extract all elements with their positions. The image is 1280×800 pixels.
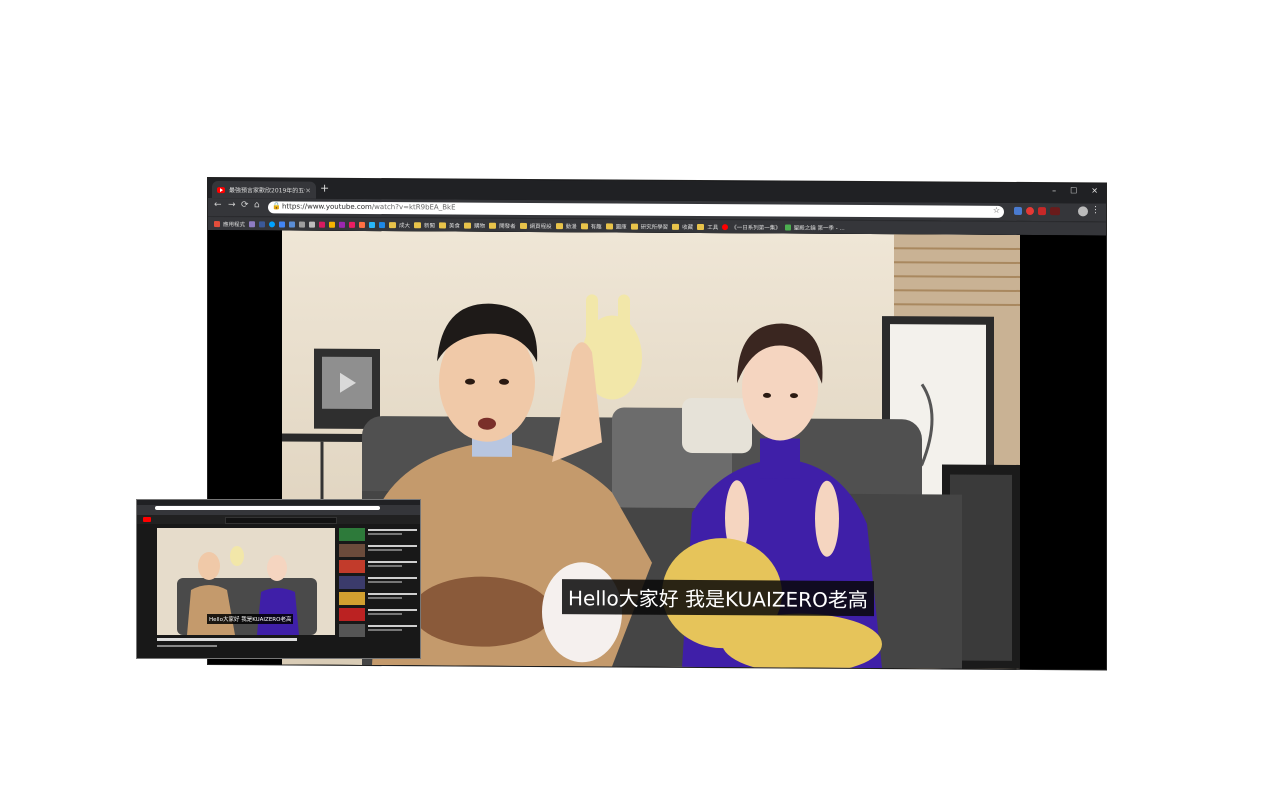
video-subtitle: Hello大家好 我是KUAIZERO老高 [562,579,874,617]
folder-icon [519,222,527,229]
thumbnail-video-meta [157,645,217,647]
bookmark-folder[interactable]: 動漫 [555,222,577,230]
thumbnail-youtube-header [137,515,420,524]
recommendation-item [339,576,417,589]
youtube-logo-icon [143,517,151,522]
folder-icon [672,223,680,230]
bookmark-icon[interactable] [299,221,306,228]
lock-icon: 🔒 [272,202,281,211]
bookmark-folder[interactable]: 美食 [439,221,460,229]
kebab-menu-icon[interactable]: ⋮ [1091,205,1100,215]
new-tab-button[interactable]: + [320,182,329,196]
bookmark-icon[interactable] [279,220,286,227]
folder-icon [439,221,447,228]
folder-icon [489,222,497,229]
bookmark-icon[interactable] [349,221,356,228]
folder-icon [697,223,705,230]
bookmark-folder[interactable]: 有趣 [580,222,602,230]
youtube-extension-icon[interactable] [1026,206,1034,216]
profile-avatar-icon[interactable] [1078,206,1088,217]
bookmark-page[interactable]: 聖殿之鑰 第一季 - ... [784,223,845,231]
address-bar[interactable]: 🔒 https://www.youtube.com/watch?v=ktR9bE… [268,201,1004,218]
bookmark-folder[interactable]: 成大 [389,221,410,229]
forward-icon[interactable]: → [228,200,236,210]
translate-extension-icon[interactable] [1014,206,1022,215]
url-text: https://www.youtube.com/watch?v=ktR9bEA_… [282,202,456,211]
bookmark-icon[interactable] [339,221,346,228]
bookmark-icon[interactable] [249,220,256,227]
recommendation-item [339,608,417,621]
tab-youtube[interactable]: 最強預言家歡欣2019年的五個預 × [212,181,316,199]
bookmark-icon[interactable] [359,221,366,228]
folder-icon [630,223,638,230]
bookmark-icon[interactable] [309,221,316,228]
thumbnail-recommendations [339,528,417,640]
bookmark-icon[interactable] [329,221,336,228]
bookmark-folder[interactable]: 研究所學習 [630,222,668,230]
youtube-icon [722,223,729,230]
bookmark-icon [784,224,791,231]
thumbnail-subtitle: Hello大家好 我是KUAIZERO老高 [207,614,294,624]
thumbnail-screenshot: Hello大家好 我是KUAIZERO老高 [137,500,420,658]
bookmark-icon[interactable] [289,220,296,228]
bookmark-folder[interactable]: 工具 [697,222,718,231]
bookmark-star-icon[interactable]: ☆ [993,206,1000,215]
back-icon[interactable]: ← [214,200,222,210]
bookmark-icon[interactable] [369,221,376,228]
tab-title: 最強預言家歡欣2019年的五個預 [229,187,305,195]
reload-icon[interactable]: ⟳ [241,200,249,210]
folder-icon [414,221,422,228]
url-path: /watch?v=ktR9bEA_BkE [371,203,456,212]
bookmark-apps[interactable]: 應用程式 [214,220,245,228]
thumbnail-search-box [225,517,337,524]
bookmark-folder[interactable]: 購物 [464,221,485,229]
tab-close-icon[interactable]: × [305,186,311,194]
thumbnail-video-title [157,638,297,641]
bookmark-icon[interactable] [269,220,276,227]
close-window-button[interactable]: ✕ [1091,186,1098,195]
bookmark-icon[interactable] [319,221,326,228]
bookmark-folder[interactable]: 新聞 [414,221,435,229]
home-icon[interactable]: ⌂ [254,200,260,210]
recommendation-item [339,560,417,573]
folder-icon [580,222,588,229]
apps-grid-icon [214,220,220,227]
recommendation-item [339,624,417,637]
window-controls: – ☐ ✕ [1052,186,1098,195]
bookmark-icon[interactable] [379,221,386,228]
youtube-favicon-icon [217,186,225,193]
recommendation-item [339,592,417,605]
maximize-button[interactable]: ☐ [1070,186,1077,195]
bookmark-page[interactable]: 《一日系列第一集》 [722,223,781,231]
folder-icon [555,222,563,229]
bookmark-folder[interactable]: 開發者 [489,221,516,229]
bookmark-folder[interactable]: 收藏 [672,222,693,230]
url-host: https://www.youtube.com [282,202,372,212]
recommendation-item [339,528,417,541]
extension-badge-icon[interactable] [1050,207,1060,216]
recommendation-item [339,544,417,557]
bookmark-folder[interactable]: 網頁程設 [519,221,552,230]
minimize-button[interactable]: – [1052,186,1056,195]
folder-icon [605,222,613,229]
folder-icon [389,221,397,228]
extension-icon[interactable] [1038,207,1046,216]
thumbnail-address-bar [155,506,380,510]
facebook-icon[interactable] [259,220,266,227]
folder-icon [464,222,472,229]
bookmark-folder[interactable]: 圖庫 [605,222,627,230]
thumbnail-video: Hello大家好 我是KUAIZERO老高 [157,528,335,635]
